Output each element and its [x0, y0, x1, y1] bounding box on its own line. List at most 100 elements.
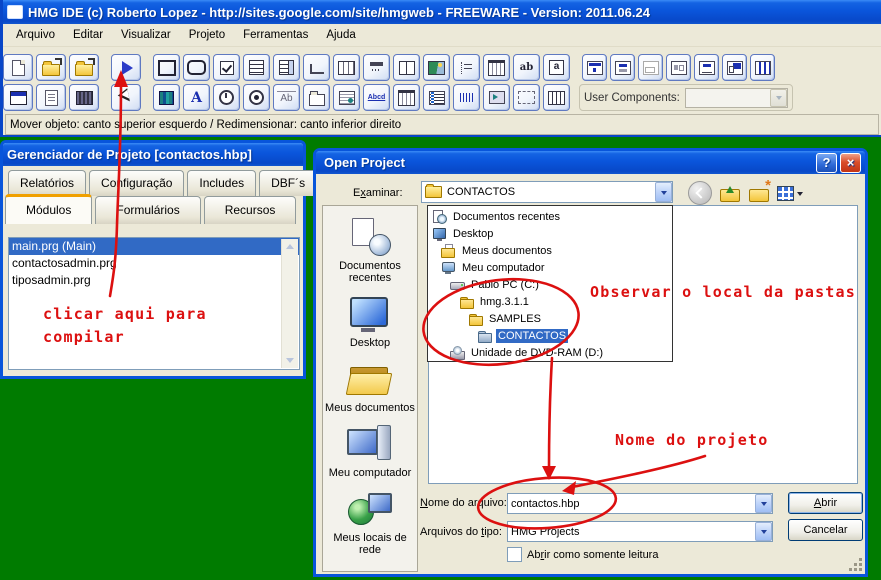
library-tool-button[interactable]	[153, 84, 180, 111]
modules-scrollbar[interactable]	[281, 239, 298, 368]
scroll-down-icon[interactable]	[282, 353, 298, 368]
barcode-tool-button[interactable]	[453, 84, 480, 111]
label-tool-button[interactable]: A	[183, 84, 210, 111]
pointer-tool-button[interactable]	[111, 84, 141, 111]
menu-ferramentas[interactable]: Ferramentas	[234, 25, 317, 45]
dock-bottom-tool-button[interactable]	[638, 54, 663, 81]
tree-item-unidade-de-dvd-ram-d[interactable]: Unidade de DVD-RAM (D:)	[428, 344, 672, 361]
tree-item-contactos[interactable]: CONTACTOS	[428, 327, 672, 344]
readonly-checkbox[interactable]	[507, 547, 522, 562]
up-one-level-icon[interactable]	[719, 182, 741, 204]
place-meus-documentos[interactable]: Meus documentos	[324, 360, 416, 414]
timer-tool-button[interactable]	[213, 84, 240, 111]
tree-item-meu-computador[interactable]: Meu computador	[428, 259, 672, 276]
menu-ajuda[interactable]: Ajuda	[317, 25, 364, 45]
docs-icon	[346, 360, 394, 400]
monthcal-tool-button[interactable]	[393, 84, 420, 111]
scroll-up-icon[interactable]	[282, 239, 298, 254]
dock-columns-tool-button[interactable]	[750, 54, 775, 81]
open-project-button[interactable]	[36, 54, 66, 81]
tab-modulos[interactable]: Módulos	[5, 194, 93, 224]
resize-grip-icon[interactable]	[859, 568, 862, 571]
module-tiposadmin-prg[interactable]: tiposadmin.prg	[9, 272, 299, 289]
examinar-combo[interactable]: CONTACTOS	[421, 181, 673, 203]
menu-arquivo[interactable]: Arquivo	[7, 25, 64, 45]
dock-top-tool-button[interactable]	[582, 54, 607, 81]
listbox-tool-button[interactable]	[243, 54, 270, 81]
dark-grid-tool-button[interactable]	[69, 84, 99, 111]
tab-configuracao[interactable]: Configuração	[89, 170, 185, 196]
combobox-tool-button[interactable]	[273, 54, 300, 81]
image-tool-button[interactable]	[423, 54, 450, 81]
window-form-tool-button[interactable]	[3, 84, 33, 111]
chevron-down-icon[interactable]	[755, 522, 772, 541]
tab-recursos[interactable]: Recursos	[203, 196, 297, 224]
place-documentos-recentes[interactable]: Documentos recentes	[324, 218, 416, 284]
chevron-down-icon[interactable]	[655, 182, 672, 202]
dock-center-tool-button[interactable]	[666, 54, 691, 81]
tree-tool-button[interactable]	[453, 54, 480, 81]
new-folder-icon[interactable]	[748, 177, 771, 204]
user-components-combo[interactable]	[684, 87, 788, 108]
file-type-combo[interactable]: HMG Projects	[507, 521, 773, 542]
chevron-down-icon[interactable]	[770, 88, 787, 107]
help-button[interactable]: ?	[816, 152, 837, 173]
textbox-tool-button[interactable]: ab	[513, 54, 540, 81]
back-icon[interactable]	[688, 181, 712, 205]
open-dialog-title: Open Project	[324, 155, 405, 170]
grid-tool-button[interactable]	[333, 54, 360, 81]
tab-control-tool-button[interactable]	[303, 84, 330, 111]
data-grid-tool-button[interactable]	[543, 84, 570, 111]
radio-tool-button[interactable]	[243, 84, 270, 111]
cancel-button[interactable]: Cancelar	[788, 519, 863, 541]
line-tool-button[interactable]	[303, 54, 330, 81]
dock-list-tool-button[interactable]	[694, 54, 719, 81]
datepicker-tool-button[interactable]	[483, 54, 510, 81]
checklist-tool-button[interactable]	[423, 84, 450, 111]
run-project-button[interactable]	[111, 54, 141, 81]
new-project-button[interactable]	[3, 54, 33, 81]
tree-item-meus-documentos[interactable]: Meus documentos	[428, 242, 672, 259]
views-menu-icon[interactable]	[777, 182, 803, 204]
tab-dbf-s[interactable]: DBF´s	[259, 170, 318, 196]
hyperlink-tool-button[interactable]: Abcd	[363, 84, 390, 111]
frame-tool-button[interactable]: Ab	[273, 84, 300, 111]
menu-editar[interactable]: Editar	[64, 25, 112, 45]
menu-projeto[interactable]: Projeto	[180, 25, 234, 45]
place-desktop[interactable]: Desktop	[324, 295, 416, 349]
tab-includes[interactable]: Includes	[187, 170, 257, 196]
ide-titlebar[interactable]: HMG IDE (c) Roberto Lopez - http://sites…	[3, 0, 881, 24]
page-tool-button[interactable]: a	[543, 54, 570, 81]
tree-item-documentos-recentes[interactable]: Documentos recentes	[428, 208, 672, 225]
checkbox-tool-button[interactable]	[213, 54, 240, 81]
splitbox-tool-button[interactable]	[393, 54, 420, 81]
open-button[interactable]: Abrir	[788, 492, 863, 514]
form-tool-button[interactable]	[153, 54, 180, 81]
rounded-form-tool-button[interactable]	[183, 54, 210, 81]
tree-item-samples[interactable]: SAMPLES	[428, 310, 672, 327]
toolbar-tool-button[interactable]	[363, 54, 390, 81]
dotted-frame-tool-button[interactable]	[513, 84, 540, 111]
tree-item-pablo-pc-c[interactable]: Pablo PC (C:)	[428, 276, 672, 293]
file-name-combo[interactable]: contactos.hbp	[507, 493, 773, 514]
tab-formularios[interactable]: Formulários	[95, 196, 201, 224]
tab-relatorios[interactable]: Relatórios	[8, 170, 87, 196]
chevron-down-icon[interactable]	[755, 494, 772, 513]
form-tool-icon	[157, 59, 176, 76]
slides-tool-button[interactable]	[333, 84, 360, 111]
close-button[interactable]: ×	[840, 152, 861, 173]
project-manager-titlebar[interactable]: Gerenciador de Projeto [contactos.hbp]	[3, 143, 303, 166]
save-as-project-button[interactable]	[69, 54, 99, 81]
dock-tabbed-tool-button[interactable]	[722, 54, 747, 81]
place-meu-computador[interactable]: Meu computador	[324, 425, 416, 479]
open-dialog-titlebar[interactable]: Open Project ? ×	[316, 151, 865, 174]
tree-item-desktop[interactable]: Desktop	[428, 225, 672, 242]
module-contactosadmin-prg[interactable]: contactosadmin.prg	[9, 255, 299, 272]
menu-visualizar[interactable]: Visualizar	[112, 25, 180, 45]
module-main-prg-main[interactable]: main.prg (Main)	[9, 238, 299, 255]
report-tool-button[interactable]	[36, 84, 66, 111]
tree-item-hmg-3-1-1[interactable]: hmg.3.1.1	[428, 293, 672, 310]
place-meus-locais-de-rede[interactable]: Meus locais de rede	[324, 490, 416, 556]
dock-stack-tool-button[interactable]	[610, 54, 635, 81]
player-tool-button[interactable]	[483, 84, 510, 111]
